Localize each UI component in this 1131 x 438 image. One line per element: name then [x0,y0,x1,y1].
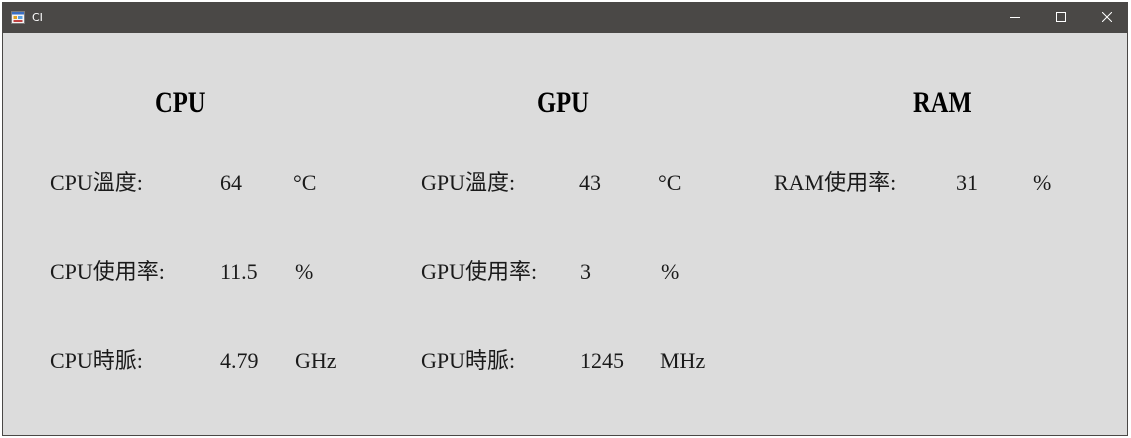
app-window-icon[interactable] [11,11,25,24]
ram-heading: RAM [913,86,972,119]
cpu-clock-unit: GHz [295,348,337,373]
cpu-usage-label: CPU使用率: [50,259,165,284]
gpu-clock-unit: MHz [660,348,706,373]
title-bar[interactable]: CI [3,3,1127,33]
cpu-temp-value: 64 [220,170,242,195]
app-window: CI CPU CPU溫度: 64 °C CPU使用率: 11.5 % CPU時脈… [2,2,1128,436]
minimize-icon [1010,9,1020,27]
gpu-usage-unit: % [661,259,680,284]
gpu-temp-label: GPU溫度: [421,170,516,195]
close-button[interactable] [1084,3,1127,33]
gpu-temp-unit: °C [658,170,682,195]
gpu-usage-value: 3 [580,259,591,284]
gpu-temp-value: 43 [579,170,601,195]
window-title: CI [32,11,43,24]
cpu-temp-label: CPU溫度: [50,170,143,195]
gpu-clock-label: GPU時脈: [421,348,516,373]
cpu-usage-value: 11.5 [220,259,258,284]
maximize-icon [1056,9,1066,27]
ram-usage-label: RAM使用率: [774,170,897,195]
cpu-clock-value: 4.79 [220,348,259,373]
cpu-clock-label: CPU時脈: [50,348,143,373]
ram-usage-unit: % [1033,170,1052,195]
close-icon [1101,9,1113,27]
maximize-button[interactable] [1038,3,1084,33]
gpu-heading: GPU [537,86,589,119]
cpu-usage-unit: % [295,259,314,284]
gpu-clock-value: 1245 [580,348,624,373]
cpu-heading: CPU [155,86,206,119]
minimize-button[interactable] [992,3,1038,33]
cpu-temp-unit: °C [293,170,317,195]
ram-usage-value: 31 [956,170,978,195]
gpu-usage-label: GPU使用率: [421,259,538,284]
